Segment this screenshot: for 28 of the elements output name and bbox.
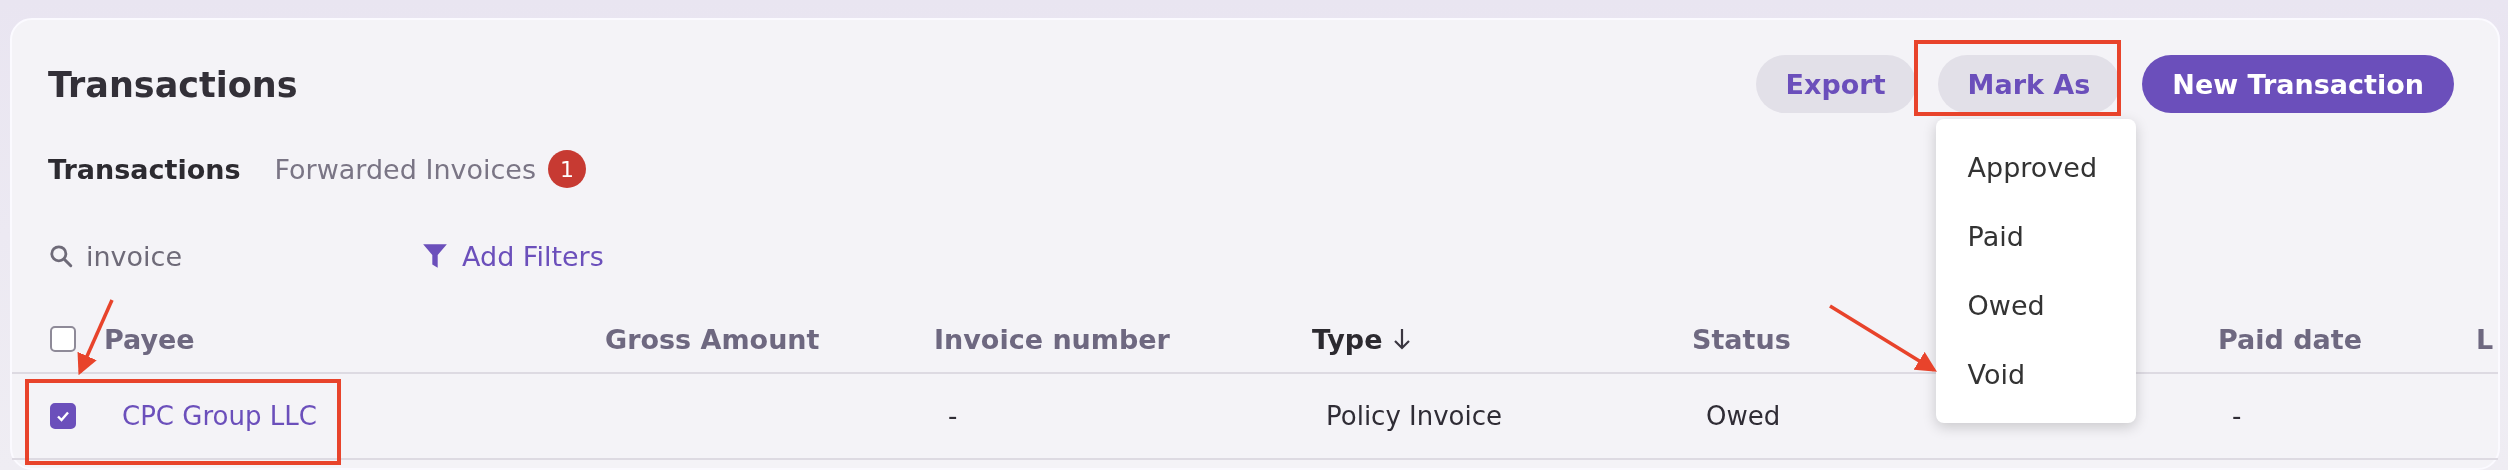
menu-item[interactable]: Void xyxy=(1935,340,2136,409)
column-header[interactable]: Status xyxy=(1692,323,1791,355)
menu-item[interactable]: Paid xyxy=(1935,202,2136,271)
page-title: Transactions xyxy=(48,64,298,105)
column-header[interactable]: L xyxy=(2476,323,2494,355)
table-cell: Owed xyxy=(1706,401,1781,431)
menu-item[interactable]: Owed xyxy=(1935,271,2136,340)
filter-icon xyxy=(422,242,448,270)
checkbox[interactable] xyxy=(50,403,76,429)
column-header[interactable]: Invoice number xyxy=(934,323,1170,355)
column-header[interactable]: Gross Amount xyxy=(605,323,820,355)
count-badge: 1 xyxy=(548,150,587,188)
search-field[interactable]: invoice xyxy=(86,239,286,273)
menu-item[interactable]: Approved xyxy=(1935,133,2136,202)
column-header[interactable]: Paid date xyxy=(2218,323,2363,355)
checkbox[interactable] xyxy=(50,326,76,352)
table-cell: Policy Invoice xyxy=(1326,401,1502,431)
payee-link[interactable]: CPC Group LLC xyxy=(122,401,317,431)
search-icon xyxy=(48,243,74,269)
action-button[interactable]: Export xyxy=(1755,55,1916,113)
action-button[interactable]: New Transaction xyxy=(2142,55,2454,113)
table-cell: - xyxy=(2232,401,2242,431)
table-cell: - xyxy=(948,401,958,431)
tab[interactable]: Forwarded Invoices xyxy=(274,153,537,185)
add-filters-button[interactable]: Add Filters xyxy=(422,240,604,272)
column-header[interactable]: Payee xyxy=(104,323,195,355)
column-header[interactable]: Type xyxy=(1312,323,1383,355)
tab[interactable]: Transactions xyxy=(48,153,241,185)
